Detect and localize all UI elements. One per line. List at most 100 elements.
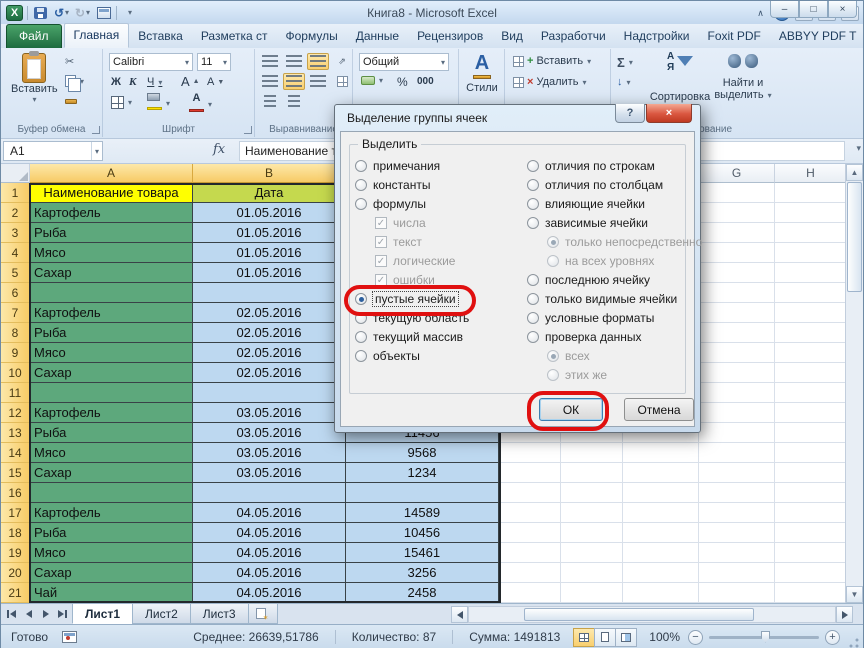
row-header-3[interactable]: 3	[1, 223, 30, 243]
cell-C15[interactable]: 1234	[346, 463, 499, 483]
option-отличия по строкам[interactable]: отличия по строкам	[527, 158, 655, 174]
cell-D16[interactable]	[499, 483, 561, 503]
fill-color-button[interactable]: ▾	[147, 93, 170, 113]
cell-G11[interactable]	[699, 383, 775, 403]
cell-A11[interactable]	[30, 383, 193, 403]
cell-A20[interactable]: Сахар	[30, 563, 193, 583]
cell-A12[interactable]: Картофель	[30, 403, 193, 423]
option-объекты[interactable]: объекты	[355, 348, 420, 364]
tab-Foxit PDF[interactable]: Foxit PDF	[699, 25, 770, 48]
print-preview-button[interactable]	[95, 4, 112, 21]
dialog-launcher-icon[interactable]	[244, 126, 252, 134]
cell-A16[interactable]	[30, 483, 193, 503]
row-header-2[interactable]: 2	[1, 203, 30, 223]
cell-A6[interactable]	[30, 283, 193, 303]
cell-F20[interactable]	[623, 563, 699, 583]
cell-G20[interactable]	[699, 563, 775, 583]
cell-F21[interactable]	[623, 583, 699, 603]
cell-A13[interactable]: Рыба	[30, 423, 193, 443]
cell-E18[interactable]	[561, 523, 623, 543]
row-header-16[interactable]: 16	[1, 483, 30, 503]
row-header-7[interactable]: 7	[1, 303, 30, 323]
align-top-button[interactable]	[259, 53, 281, 70]
row-header-21[interactable]: 21	[1, 583, 30, 603]
cell-B20[interactable]: 04.05.2016	[193, 563, 346, 583]
styles-button[interactable]: А Стили	[463, 53, 501, 94]
cell-G1[interactable]	[699, 183, 775, 203]
cell-A19[interactable]: Мясо	[30, 543, 193, 563]
macro-record-icon[interactable]	[62, 631, 77, 643]
cell-G21[interactable]	[699, 583, 775, 603]
radio-объекты[interactable]	[355, 350, 367, 362]
horizontal-scroll-track[interactable]	[468, 606, 836, 623]
shrink-font-button[interactable]: А▼	[207, 76, 224, 88]
cell-B6[interactable]	[193, 283, 346, 303]
cell-B3[interactable]: 01.05.2016	[193, 223, 346, 243]
cell-F17[interactable]	[623, 503, 699, 523]
cell-A18[interactable]: Рыба	[30, 523, 193, 543]
cell-D14[interactable]	[499, 443, 561, 463]
zoom-slider-track[interactable]	[709, 636, 819, 639]
bold-button[interactable]: Ж	[111, 76, 121, 88]
dialog-close-button[interactable]: ×	[646, 104, 692, 123]
cell-G12[interactable]	[699, 403, 775, 423]
find-select-button[interactable]: Найти и выделить ▾	[713, 52, 773, 101]
row-header-12[interactable]: 12	[1, 403, 30, 423]
scroll-right-button[interactable]	[836, 606, 853, 623]
thousands-separator-button[interactable]: 000	[417, 76, 434, 87]
cell-F18[interactable]	[623, 523, 699, 543]
cell-H5[interactable]	[775, 263, 847, 283]
cell-B18[interactable]: 04.05.2016	[193, 523, 346, 543]
radio-только видимые ячейки[interactable]	[527, 293, 539, 305]
expand-formula-bar-icon[interactable]: ▾	[856, 143, 861, 154]
sort-filter-button[interactable]: А Я Сортировка	[649, 52, 711, 103]
horizontal-scrollbar[interactable]	[451, 606, 853, 623]
tab-Вид[interactable]: Вид	[492, 25, 532, 48]
cell-A4[interactable]: Мясо	[30, 243, 193, 263]
option-примечания[interactable]: примечания	[355, 158, 440, 174]
currency-button[interactable]: ▾	[361, 76, 383, 85]
percent-button[interactable]: %	[397, 75, 408, 89]
cell-B16[interactable]	[193, 483, 346, 503]
tab-Вставка[interactable]: Вставка	[129, 25, 192, 48]
radio-влияющие ячейки[interactable]	[527, 198, 539, 210]
resize-grip[interactable]	[848, 637, 860, 648]
cell-B13[interactable]: 03.05.2016	[193, 423, 346, 443]
option-константы[interactable]: константы	[355, 177, 430, 193]
restore-button[interactable]: □	[799, 1, 828, 18]
column-header-A[interactable]: A	[30, 164, 193, 183]
option-только видимые ячейки[interactable]: только видимые ячейки	[527, 291, 677, 307]
radio-условные форматы[interactable]	[527, 312, 539, 324]
collapse-ribbon-button[interactable]: ∧	[752, 5, 769, 21]
cell-H2[interactable]	[775, 203, 847, 223]
last-sheet-button[interactable]	[54, 606, 71, 623]
cell-E15[interactable]	[561, 463, 623, 483]
option-текущую область[interactable]: текущую область	[355, 310, 469, 326]
tab-Разметка ст[interactable]: Разметка ст	[192, 25, 277, 48]
radio-константы[interactable]	[355, 179, 367, 191]
cell-H21[interactable]	[775, 583, 847, 603]
cell-H11[interactable]	[775, 383, 847, 403]
underline-button[interactable]: Ч▾	[147, 76, 162, 88]
cell-B11[interactable]	[193, 383, 346, 403]
cell-H10[interactable]	[775, 363, 847, 383]
cut-button[interactable]: ✂	[65, 55, 74, 68]
cancel-button[interactable]: Отмена	[624, 398, 694, 421]
cell-G5[interactable]	[699, 263, 775, 283]
option-проверка данных[interactable]: проверка данных	[527, 329, 642, 345]
row-header-13[interactable]: 13	[1, 423, 30, 443]
cell-H9[interactable]	[775, 343, 847, 363]
cell-H20[interactable]	[775, 563, 847, 583]
cell-B4[interactable]: 01.05.2016	[193, 243, 346, 263]
minimize-button[interactable]: –	[770, 1, 799, 18]
cell-A9[interactable]: Мясо	[30, 343, 193, 363]
cell-B14[interactable]: 03.05.2016	[193, 443, 346, 463]
insert-function-button[interactable]: fx	[213, 142, 225, 157]
radio-примечания[interactable]	[355, 160, 367, 172]
cell-G16[interactable]	[699, 483, 775, 503]
row-header-14[interactable]: 14	[1, 443, 30, 463]
cell-B8[interactable]: 02.05.2016	[193, 323, 346, 343]
dialog-launcher-icon[interactable]	[92, 126, 100, 134]
option-формулы[interactable]: формулы	[355, 196, 426, 212]
row-header-18[interactable]: 18	[1, 523, 30, 543]
